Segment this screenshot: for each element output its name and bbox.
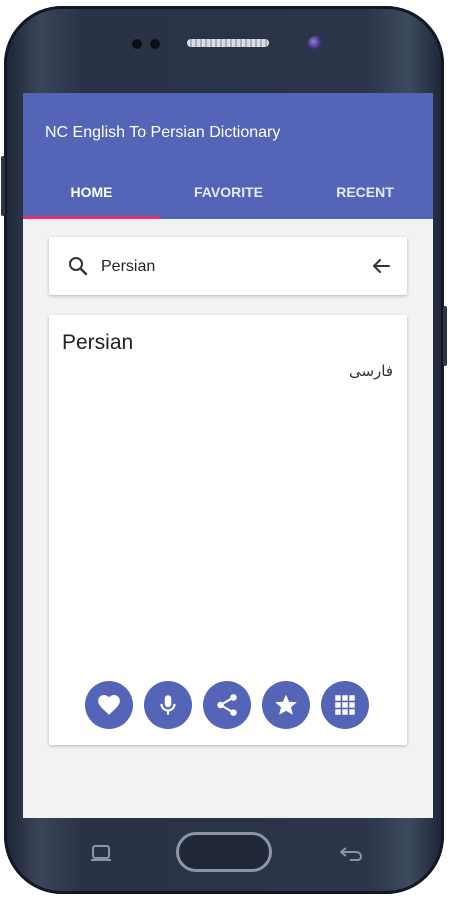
camera-dot — [150, 39, 160, 49]
screen: NC English To Persian Dictionary HOME FA… — [23, 93, 433, 818]
result-word: Persian — [62, 331, 134, 354]
tab-favorite[interactable]: FAVORITE — [160, 168, 297, 217]
microphone-icon — [160, 695, 176, 715]
more-apps-button[interactable] — [321, 681, 369, 729]
search-input[interactable] — [99, 253, 353, 281]
grid-icon — [335, 695, 355, 715]
arrow-left-icon[interactable] — [369, 254, 393, 278]
share-icon — [217, 694, 237, 716]
home-button[interactable] — [176, 832, 272, 872]
tab-home[interactable]: HOME — [23, 168, 160, 217]
search-icon[interactable] — [66, 254, 90, 278]
speak-button[interactable] — [144, 681, 192, 729]
volume-button — [1, 156, 5, 216]
earpiece-speaker — [187, 39, 269, 47]
app-title: NC English To Persian Dictionary — [45, 124, 281, 141]
tab-bar: HOME FAVORITE RECENT — [23, 168, 433, 219]
rate-button[interactable] — [262, 681, 310, 729]
content-area: Persian فارسی — [23, 219, 433, 818]
front-camera — [308, 36, 322, 50]
result-translation: فارسی — [348, 362, 393, 380]
power-button — [443, 306, 447, 366]
star-icon — [275, 694, 297, 715]
camera-dot — [132, 39, 142, 49]
search-bar — [49, 237, 407, 295]
top-bezel — [4, 6, 444, 96]
heart-icon — [98, 695, 120, 715]
recent-apps-icon[interactable] — [88, 844, 114, 862]
app-bar: NC English To Persian Dictionary HOME FA… — [23, 93, 433, 219]
phone-frame: NC English To Persian Dictionary HOME FA… — [1, 6, 447, 894]
favorite-button[interactable] — [85, 681, 133, 729]
tab-recent[interactable]: RECENT — [297, 168, 433, 217]
result-card: Persian فارسی — [49, 315, 407, 745]
back-icon[interactable] — [338, 844, 364, 862]
share-button[interactable] — [203, 681, 251, 729]
